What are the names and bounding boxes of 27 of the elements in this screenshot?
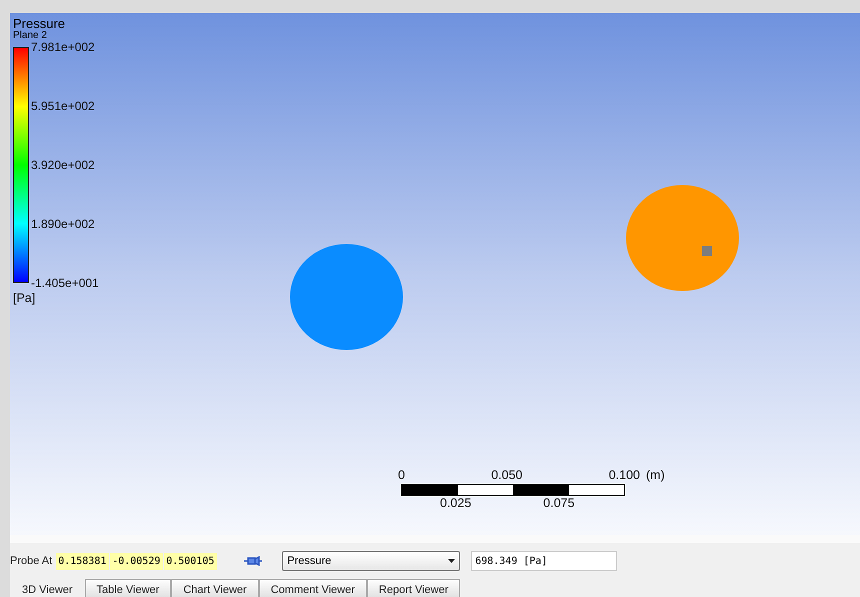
legend-value: -1.405e+001: [31, 277, 99, 289]
3d-viewport[interactable]: Pressure Plane 2 7.981e+002 5.951e+002 3.920e+002 1.890e+002 -1.405e+001 [Pa] 0 0.050 0.100 (m) 0.025 0.075: [10, 13, 860, 535]
scale-label: 0.075: [543, 496, 575, 510]
scale-label: 0.100: [608, 468, 640, 482]
legend-value: 7.981e+002: [31, 41, 96, 53]
scale-label: 0.025: [440, 496, 472, 510]
coordinate-field[interactable]: 0.158381: [56, 552, 110, 570]
coordinate-field[interactable]: 0.500105: [164, 552, 218, 570]
legend-title: Pressure: [13, 17, 66, 30]
legend-subtitle: Plane 2: [13, 30, 48, 41]
legend-value: 3.920e+002: [31, 159, 96, 171]
viewer-tab[interactable]: Table Viewer: [84, 579, 172, 597]
viewer-tab[interactable]: Chart Viewer: [171, 579, 259, 597]
viewer-tab[interactable]: Report Viewer: [366, 579, 460, 597]
scale-unit: (m): [646, 468, 665, 482]
coordinate-field[interactable]: -0.00529: [110, 552, 164, 570]
scale-label: 0: [398, 468, 405, 482]
viewer-tab[interactable]: Comment Viewer: [258, 579, 367, 597]
dropdown-arrow-icon: [448, 559, 456, 563]
variable-dropdown[interactable]: Pressure: [282, 551, 460, 571]
scale-label: 0.050: [491, 468, 522, 482]
probe-value-field[interactable]: 698.349 [Pa]: [471, 551, 618, 571]
legend-value: 1.890e+002: [31, 218, 96, 230]
legend-value: 5.951e+002: [31, 100, 96, 112]
probe-label: Probe At: [10, 555, 52, 567]
legend-unit: [Pa]: [13, 291, 36, 305]
pin-icon[interactable]: [244, 556, 262, 566]
